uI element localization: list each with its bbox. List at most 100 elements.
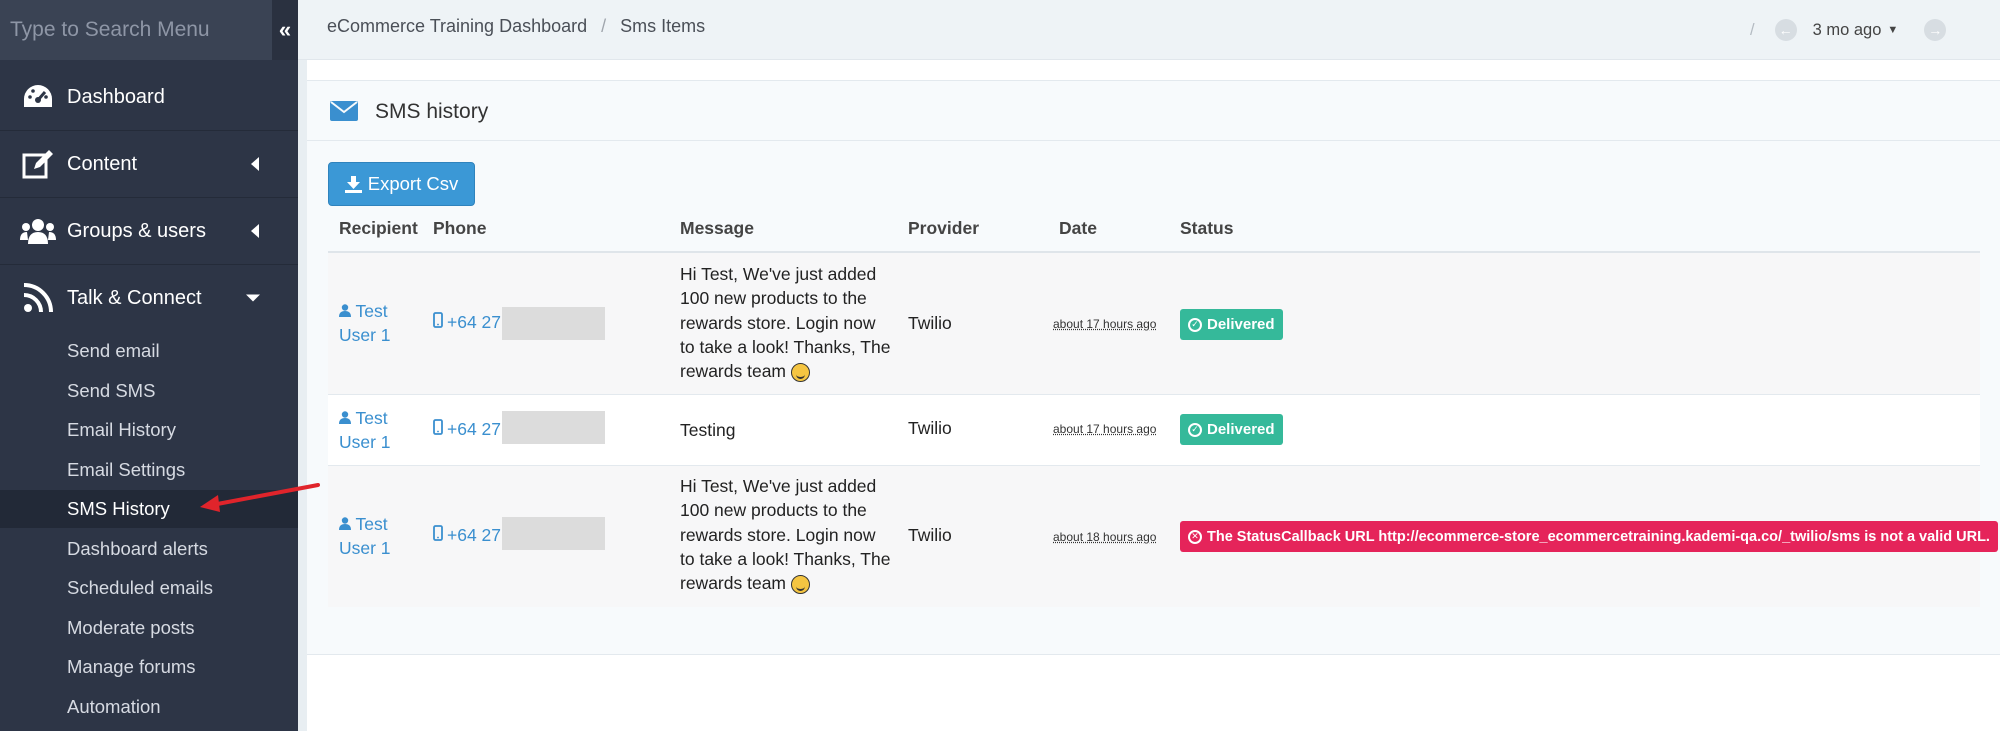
recipient-name-line1: Test bbox=[355, 514, 388, 534]
sidebar-subitem-send-sms[interactable]: Send SMS bbox=[0, 372, 298, 410]
recipient-link[interactable]: Test User 1 bbox=[339, 299, 414, 347]
times-circle-icon: ✕ bbox=[1188, 529, 1202, 544]
sidebar-subitem-label: SMS History bbox=[67, 498, 170, 519]
sidebar-subitem-dashboard-alerts[interactable]: Dashboard alerts bbox=[0, 530, 298, 568]
check-circle-icon: ✓ bbox=[1188, 422, 1202, 437]
sidebar-subitem-scheduled-emails[interactable]: Scheduled emails bbox=[0, 569, 298, 607]
arrow-left-circle-icon[interactable]: ← bbox=[1774, 19, 1797, 41]
recipient-name-line2: User 1 bbox=[339, 325, 391, 345]
sidebar-subitem-label: Automation bbox=[67, 696, 161, 717]
message-line: rewards store. Login now bbox=[680, 524, 876, 545]
mobile-phone-icon bbox=[433, 525, 443, 546]
date-text: about 17 hours ago bbox=[1053, 317, 1157, 331]
caret-left-icon bbox=[248, 224, 262, 238]
sidebar-item-content[interactable]: Content bbox=[0, 131, 298, 197]
sidebar-item-label: Groups & users bbox=[67, 219, 206, 242]
status-text: The StatusCallback URL http://ecommerce-… bbox=[1207, 528, 1990, 545]
column-header-status[interactable]: Status bbox=[1180, 218, 1233, 239]
phone-number: +64 27 bbox=[447, 525, 502, 545]
date-text: about 17 hours ago bbox=[1053, 422, 1157, 436]
user-icon bbox=[339, 301, 356, 321]
message-line: 100 new products to the bbox=[680, 288, 867, 309]
caret-down-icon[interactable]: ▼ bbox=[1887, 24, 1898, 36]
sidebar-item-groups-users[interactable]: Groups & users bbox=[0, 198, 298, 264]
recipient-link[interactable]: Test User 1 bbox=[339, 406, 414, 454]
caret-left-icon bbox=[248, 157, 262, 171]
collapse-sidebar-button[interactable]: « bbox=[272, 0, 298, 60]
message-line: to take a look! Thanks, The bbox=[680, 548, 891, 569]
status-badge-error: ✕ The StatusCallback URL http://ecommerc… bbox=[1180, 521, 1998, 552]
message-text: Hi Test, We've just added 100 new produc… bbox=[680, 474, 905, 595]
edit-icon bbox=[20, 146, 56, 182]
breadcrumb: eCommerce Training Dashboard / Sms Items bbox=[327, 16, 705, 37]
message-line: Testing bbox=[680, 420, 736, 440]
sidebar-subitem-label: Moderate posts bbox=[67, 617, 195, 638]
export-csv-button[interactable]: Export Csv bbox=[328, 162, 475, 206]
sidebar-subitem-label: Send email bbox=[67, 340, 160, 361]
panel-header bbox=[307, 80, 2000, 141]
time-selector[interactable]: 3 mo ago bbox=[1813, 21, 1882, 40]
sidebar-item-talk-connect[interactable]: Talk & Connect bbox=[0, 265, 298, 331]
sidebar-subitem-email-history[interactable]: Email History bbox=[0, 411, 298, 449]
status-text: Delivered bbox=[1207, 421, 1275, 438]
message-line: Hi Test, We've just added bbox=[680, 476, 877, 496]
column-header-date[interactable]: Date bbox=[1059, 218, 1097, 239]
recipient-name-line1: Test bbox=[355, 408, 388, 428]
redacted-phone-block bbox=[502, 307, 605, 340]
recipient-name-line2: User 1 bbox=[339, 538, 391, 558]
sidebar-subitem-label: Email History bbox=[67, 419, 176, 440]
provider-text: Twilio bbox=[908, 418, 952, 438]
redacted-phone-block bbox=[502, 411, 605, 444]
message-line: to take a look! Thanks, The bbox=[680, 336, 891, 357]
column-header-recipient[interactable]: Recipient bbox=[339, 218, 418, 239]
panel-title: SMS history bbox=[375, 100, 489, 123]
sidebar-item-label: Dashboard bbox=[67, 85, 165, 108]
sidebar-subitem-label: Send SMS bbox=[67, 380, 156, 401]
message-line: rewards team bbox=[680, 573, 787, 594]
phone-link[interactable]: +64 27 bbox=[433, 525, 501, 546]
breadcrumb-item-sms-items: Sms Items bbox=[620, 16, 706, 36]
caret-down-icon bbox=[246, 291, 260, 305]
tachometer-icon bbox=[20, 79, 56, 115]
sidebar: « Dashboard Content Groups & users bbox=[0, 0, 298, 731]
sidebar-subitem-moderate-posts[interactable]: Moderate posts bbox=[0, 609, 298, 647]
breadcrumb-item-dashboard[interactable]: eCommerce Training Dashboard bbox=[327, 16, 587, 37]
double-chevron-left-icon: « bbox=[278, 17, 292, 42]
export-csv-label: Export Csv bbox=[367, 173, 459, 194]
rss-icon bbox=[20, 280, 56, 316]
redacted-phone-block bbox=[502, 517, 605, 550]
provider-text: Twilio bbox=[908, 313, 952, 333]
sidebar-subitem-label: Scheduled emails bbox=[67, 577, 214, 598]
user-icon bbox=[339, 514, 356, 534]
date-text: about 18 hours ago bbox=[1053, 530, 1157, 544]
column-header-message[interactable]: Message bbox=[680, 218, 754, 239]
status-badge: ✓ Delivered bbox=[1180, 414, 1283, 445]
phone-number: +64 27 bbox=[447, 419, 502, 439]
sidebar-item-dashboard[interactable]: Dashboard bbox=[0, 64, 298, 130]
content-gutter bbox=[298, 0, 307, 731]
message-line: rewards team bbox=[680, 361, 787, 382]
phone-link[interactable]: +64 27 bbox=[433, 419, 501, 440]
sidebar-search-row: « bbox=[0, 0, 298, 60]
recipient-name-line2: User 1 bbox=[339, 432, 391, 452]
history-nav: / ← 3 mo ago ▼ → bbox=[1750, 14, 1947, 46]
menu-search-input[interactable] bbox=[0, 0, 272, 60]
sidebar-subitem-label: Email Settings bbox=[67, 459, 186, 480]
sidebar-subitem-automation[interactable]: Automation bbox=[0, 688, 298, 726]
breadcrumb-separator: / bbox=[601, 16, 607, 36]
provider-text: Twilio bbox=[908, 525, 952, 545]
column-header-provider[interactable]: Provider bbox=[908, 218, 979, 239]
sidebar-item-label: Content bbox=[67, 152, 138, 175]
users-icon bbox=[20, 213, 56, 249]
recipient-link[interactable]: Test User 1 bbox=[339, 512, 414, 560]
sidebar-subitem-send-email[interactable]: Send email bbox=[0, 332, 298, 370]
arrow-right-circle-icon[interactable]: → bbox=[1924, 19, 1947, 41]
download-icon bbox=[344, 175, 362, 193]
status-badge: ✓ Delivered bbox=[1180, 309, 1283, 340]
column-header-phone[interactable]: Phone bbox=[433, 218, 486, 239]
annotation-arrow-icon bbox=[200, 483, 320, 512]
history-separator: / bbox=[1750, 20, 1755, 39]
message-line: Hi Test, We've just added bbox=[680, 264, 877, 284]
sidebar-subitem-manage-forums[interactable]: Manage forums bbox=[0, 648, 298, 686]
phone-link[interactable]: +64 27 bbox=[433, 312, 501, 333]
